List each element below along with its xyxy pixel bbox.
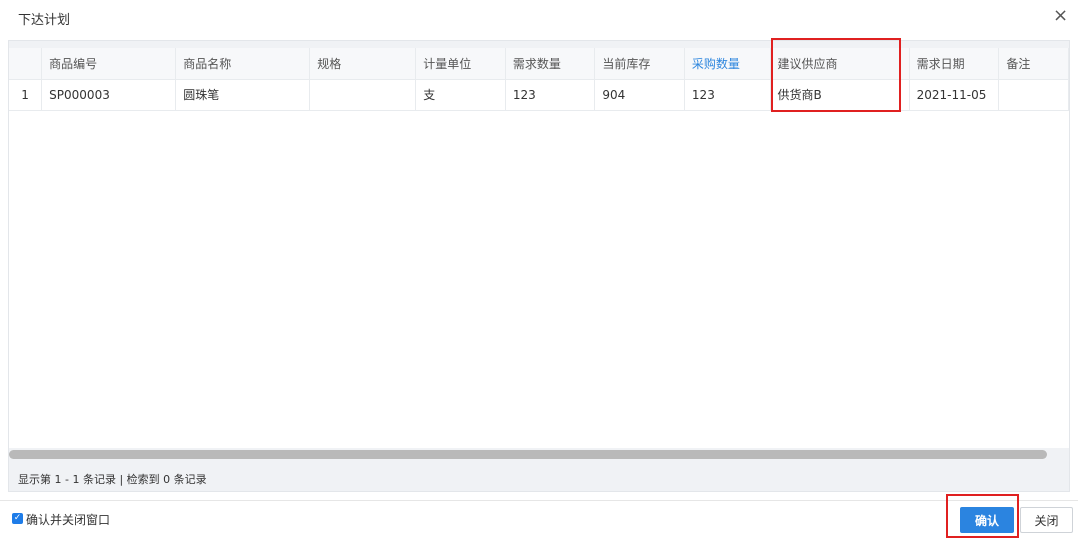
grid-panel: 商品编号 商品名称 规格 计量单位 需求数量 当前库存 采购数量 建议供应商 需… [8,40,1070,492]
col-header-spec[interactable]: 规格 [309,48,417,80]
product-code-cell[interactable]: SP000003 [41,79,177,111]
table-header-row: 商品编号 商品名称 规格 计量单位 需求数量 当前库存 采购数量 建议供应商 需… [9,48,1069,80]
purchase-qty-cell[interactable]: 123 [684,79,771,111]
spec-cell[interactable] [309,79,417,111]
col-header-unit[interactable]: 计量单位 [415,48,506,80]
product-name-cell[interactable]: 圆珠笔 [175,79,311,111]
col-header-index [9,48,43,80]
confirm-close-checkbox[interactable]: ✓ [12,513,23,524]
plan-table: 商品编号 商品名称 规格 计量单位 需求数量 当前库存 采购数量 建议供应商 需… [9,48,1069,111]
col-header-current-stock[interactable]: 当前库存 [594,48,685,80]
col-header-demand-date[interactable]: 需求日期 [909,48,1000,80]
demand-qty-cell[interactable]: 123 [505,79,596,111]
col-header-purchase-qty[interactable]: 采购数量 [684,48,771,80]
close-icon[interactable]: × [1053,4,1068,28]
close-button[interactable]: 关闭 [1020,507,1073,533]
col-header-product-code[interactable]: 商品编号 [41,48,177,80]
col-header-demand-qty[interactable]: 需求数量 [505,48,596,80]
horizontal-scrollbar[interactable] [9,450,1047,459]
dialog-titlebar: 下达计划 × [0,0,1078,36]
row-index-cell: 1 [9,79,43,111]
col-header-product-name[interactable]: 商品名称 [175,48,311,80]
col-header-remark[interactable]: 备注 [998,48,1069,80]
dialog-bottombar: ✓ 确认并关闭窗口 确认 关闭 [0,500,1078,539]
current-stock-cell[interactable]: 904 [594,79,685,111]
unit-cell[interactable]: 支 [415,79,506,111]
confirm-button-highlight [946,494,1019,538]
data-grid: 商品编号 商品名称 规格 计量单位 需求数量 当前库存 采购数量 建议供应商 需… [9,48,1069,448]
confirm-close-checkbox-label[interactable]: 确认并关闭窗口 [26,511,110,528]
pagination-summary: 显示第 1 - 1 条记录 | 检索到 0 条记录 [18,473,207,486]
table-row[interactable]: 1 SP000003 圆珠笔 支 123 904 123 供货商B 2021-1… [9,79,1069,111]
dialog-title: 下达计划 [18,13,71,28]
supplier-column-highlight [771,38,901,112]
demand-date-cell[interactable]: 2021-11-05 [909,79,1000,111]
remark-cell[interactable] [998,79,1069,111]
